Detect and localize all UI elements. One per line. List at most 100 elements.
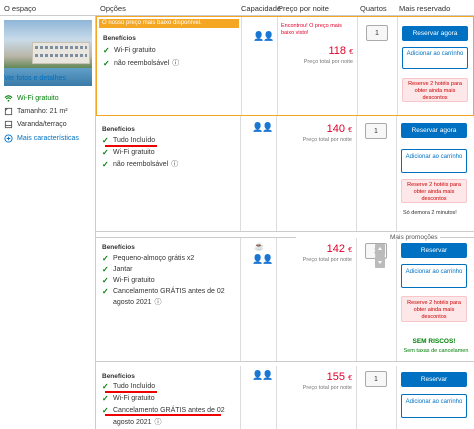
info-icon[interactable]: ⓘ — [155, 417, 162, 427]
two-people-icon: 👤👤 — [252, 370, 273, 380]
feature-item: ✓ Wi-Fi gratuito — [102, 394, 155, 403]
feature-label: Tudo Incluído — [113, 383, 156, 390]
add-to-cart-button[interactable]: Adicionar ao carrinho — [401, 264, 467, 288]
benefits-label: Benefícios — [102, 373, 135, 380]
info-icon[interactable]: ⓘ — [171, 159, 178, 169]
check-icon: ✓ — [102, 394, 109, 403]
check-icon: ✓ — [102, 265, 109, 274]
breakfast-icon: ☕ — [254, 242, 264, 251]
header-options: Opções — [100, 4, 126, 13]
feature-label: Pequeno-almoço grátis x2 — [113, 255, 195, 262]
feature-label: Wi-Fi gratuito — [114, 47, 156, 54]
feature-item: ✓ não reembolsável ⓘ — [102, 159, 178, 169]
table-header: O espaço Opções Capacidade Preço por noi… — [0, 0, 474, 16]
amenity-label: Tamanho: 21 m² — [17, 108, 68, 115]
red-underline-annotation — [105, 145, 157, 147]
benefits-label: Benefícios — [103, 35, 136, 42]
feature-item: ✓ Wi-Fi gratuito — [103, 46, 156, 55]
capacity-cell: 👤👤 — [240, 116, 276, 231]
hotel-building-shape — [32, 42, 90, 64]
room-quantity-select[interactable]: 1 — [366, 25, 388, 41]
header-rooms: Quartos — [360, 4, 387, 13]
price-value: 118 € — [328, 45, 353, 57]
lowest-found-note: Encontrou! O preço mais baixo visto! — [281, 23, 342, 36]
red-underline-annotation — [105, 391, 157, 393]
price-note: Preço total por noite — [302, 257, 352, 263]
amenity-size: Tamanho: 21 m² — [4, 107, 68, 116]
amenity-label: Varanda/terraço — [17, 121, 67, 128]
room-quantity-select[interactable]: 1 — [365, 123, 387, 139]
check-icon: ✓ — [103, 46, 110, 55]
price-note: Preço total por noite — [302, 385, 352, 391]
add-to-cart-button[interactable]: Adicionar ao carrinho — [402, 47, 468, 69]
header-capacity: Capacidade — [241, 4, 282, 13]
feature-label: agosto 2021 — [113, 298, 152, 306]
room-quantity-select[interactable]: 1 — [365, 371, 387, 387]
reserve-now-button[interactable]: Reservar agora — [402, 26, 468, 41]
currency: € — [348, 247, 352, 254]
price-value: 155 € — [327, 371, 352, 383]
options-cell: Benefícios ✓ Tudo Incluído ✓ Wi-Fi gratuit… — [96, 366, 240, 429]
discount-badge: Reserve 2 hotéis para obter ainda mais d… — [401, 179, 467, 203]
reserve-cell: Reservar agora Adicionar ao carrinho Res… — [396, 116, 474, 231]
info-icon[interactable]: ⓘ — [172, 58, 179, 68]
price-value: 140 € — [327, 123, 352, 135]
benefits-label: Benefícios — [102, 244, 135, 251]
price-cell: Encontrou! O preço mais baixo visto! 118… — [277, 17, 357, 115]
feature-label: Cancelamento GRÁTIS antes de 02 — [113, 288, 225, 295]
rooms-cell: 1 — [356, 366, 396, 429]
price-amount: 142 — [326, 243, 346, 255]
size-icon — [4, 107, 13, 116]
feature-item: ✓ Cancelamento GRÁTIS antes de 02 — [102, 287, 225, 296]
price-amount: 155 — [326, 371, 346, 383]
benefits-label: Benefícios — [102, 126, 135, 133]
two-people-icon: 👤👤 — [252, 122, 273, 132]
add-to-cart-button[interactable]: Adicionar ao carrinho — [401, 149, 467, 173]
room-option-2: Benefícios ✓ Tudo Incluído ✓ Wi-Fi gratuit… — [96, 116, 474, 232]
photos-details-link[interactable]: Ver fotos e detalhes — [4, 75, 66, 82]
feature-item-continued: agosto 2021 ⓘ — [113, 297, 162, 307]
options-cell: O nosso preço mais baixo disponível. Ben… — [97, 17, 241, 115]
feature-item: ✓ Wi-Fi gratuito — [102, 148, 155, 157]
add-to-cart-button[interactable]: Adicionar ao carrinho — [401, 394, 467, 418]
balcony-icon — [4, 120, 13, 129]
price-amount: 118 — [328, 45, 347, 57]
room-info-column: Ver fotos e detalhes Wi-Fi gratuito Tama… — [0, 16, 96, 429]
feature-label: Wi-Fi gratuito — [113, 149, 155, 156]
reserve-button[interactable]: Reservar — [401, 243, 467, 258]
reserve-now-button[interactable]: Reservar agora — [401, 123, 467, 138]
check-icon: ✓ — [102, 136, 109, 145]
two-people-icon: 👤👤 — [253, 31, 274, 41]
info-icon[interactable]: ⓘ — [155, 297, 162, 307]
price-cell: 155 € Preço total por noite — [276, 366, 356, 429]
price-cell: 140 € Preço total por noite — [276, 116, 356, 231]
currency: € — [349, 49, 353, 56]
two-people-icon: 👤👤 — [252, 254, 273, 264]
reserve-cell: Reservar Adicionar ao carrinho Reserve 2… — [396, 238, 474, 361]
rooms-cell: 1 — [356, 116, 396, 231]
room-option-1: O nosso preço mais baixo disponível. Ben… — [96, 16, 474, 116]
scroll-down-button[interactable] — [375, 256, 385, 268]
check-icon: ✓ — [102, 287, 109, 296]
more-features-link[interactable]: Mais características — [4, 134, 79, 143]
reserve-button[interactable]: Reservar — [401, 372, 467, 387]
feature-item: ✓ Jantar — [102, 265, 132, 274]
feature-label: Wi-Fi gratuito — [113, 395, 155, 402]
amenity-balcony: Varanda/terraço — [4, 120, 67, 129]
no-fees-label: Sem taxas de cancelamen — [403, 348, 469, 354]
check-icon: ✓ — [102, 159, 109, 169]
check-icon: ✓ — [103, 58, 110, 68]
scroll-up-button[interactable] — [375, 244, 385, 256]
check-icon: ✓ — [102, 382, 109, 391]
wifi-icon — [4, 95, 13, 102]
more-features-label: Mais características — [17, 135, 79, 142]
amenity-wifi: Wi-Fi gratuito — [4, 94, 59, 103]
feature-item-continued: agosto 2021 ⓘ — [113, 417, 162, 427]
discount-badge: Reserve 2 hotéis para obter ainda mais d… — [402, 78, 468, 102]
price-amount: 140 — [326, 123, 346, 135]
red-underline-annotation — [105, 414, 221, 416]
header-most-booked: Mais reservado — [399, 4, 451, 13]
capacity-cell: ☕ 👤👤 — [240, 238, 276, 361]
room-option-4: Benefícios ✓ Tudo Incluído ✓ Wi-Fi gratuit… — [96, 366, 474, 429]
quick-booking-note: Só demora 2 minutos! — [403, 210, 457, 216]
